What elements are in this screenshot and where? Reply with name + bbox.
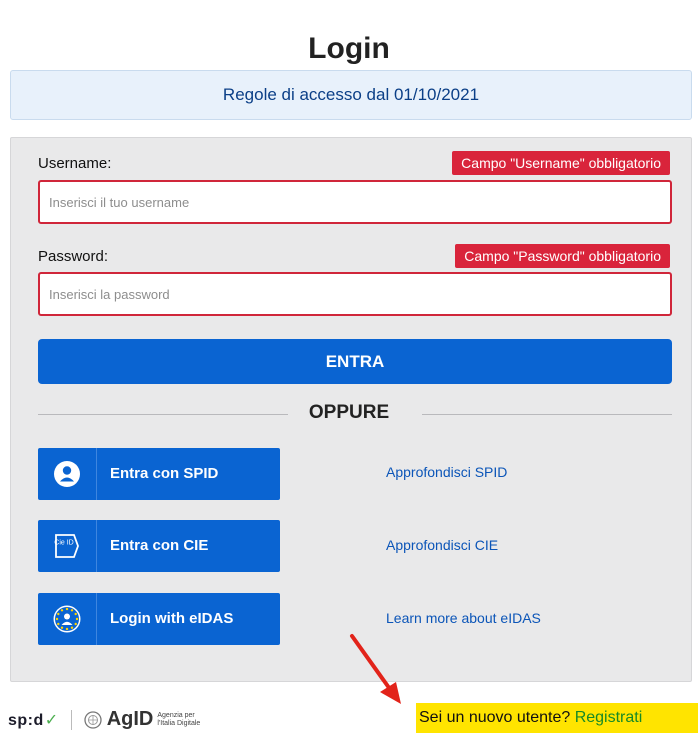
eidas-stars-icon xyxy=(38,593,97,645)
password-label: Password: xyxy=(38,248,109,265)
login-submit-button[interactable]: ENTRA xyxy=(38,339,672,384)
cie-id-icon: Cie ID xyxy=(38,520,97,572)
username-input[interactable] xyxy=(38,180,672,224)
spid-learn-more-link[interactable]: Approfondisci SPID xyxy=(386,464,507,480)
agid-emblem-icon xyxy=(84,710,102,729)
annotation-arrow-icon xyxy=(350,634,401,704)
agid-logo: AgID xyxy=(106,708,154,730)
password-error-badge: Campo "Password" obbligatorio xyxy=(455,244,670,268)
cie-learn-more-link[interactable]: Approfondisci CIE xyxy=(386,537,498,553)
username-error-badge: Campo "Username" obbligatorio xyxy=(452,151,670,175)
eidas-button-label: Login with eIDAS xyxy=(110,610,234,627)
cie-icon-text: Cie ID xyxy=(54,540,73,547)
spid-logo-text: sp:d xyxy=(8,711,44,729)
user-circle-icon xyxy=(38,448,97,500)
check-icon: ✓ xyxy=(44,711,59,729)
spid-button-label: Entra con SPID xyxy=(110,465,219,482)
register-prompt: Sei un nuovo utente? Registrati xyxy=(416,703,698,733)
register-link[interactable]: Registrati xyxy=(575,709,643,726)
username-label: Username: xyxy=(38,155,112,172)
spid-logo: sp:d✓ xyxy=(8,710,59,730)
logo-divider xyxy=(70,709,72,730)
cie-login-button[interactable]: Cie ID Entra con CIE xyxy=(38,520,280,572)
access-rules-link[interactable]: Regole di accesso dal 01/10/2021 xyxy=(10,70,692,120)
eidas-learn-more-link[interactable]: Learn more about eIDAS xyxy=(386,610,541,626)
page-title: Login xyxy=(308,32,390,66)
spid-login-button[interactable]: Entra con SPID xyxy=(38,448,280,500)
register-prompt-text: Sei un nuovo utente? xyxy=(419,709,575,726)
cie-button-label: Entra con CIE xyxy=(110,537,209,554)
or-separator-label: OPPURE xyxy=(308,402,390,423)
footer-logos: sp:d✓ AgID Agenzia per l'Italia Digitale xyxy=(8,708,209,731)
agid-subtitle: Agenzia per l'Italia Digitale xyxy=(157,711,201,727)
password-input[interactable] xyxy=(38,272,672,316)
eidas-login-button[interactable]: Login with eIDAS xyxy=(38,593,280,645)
